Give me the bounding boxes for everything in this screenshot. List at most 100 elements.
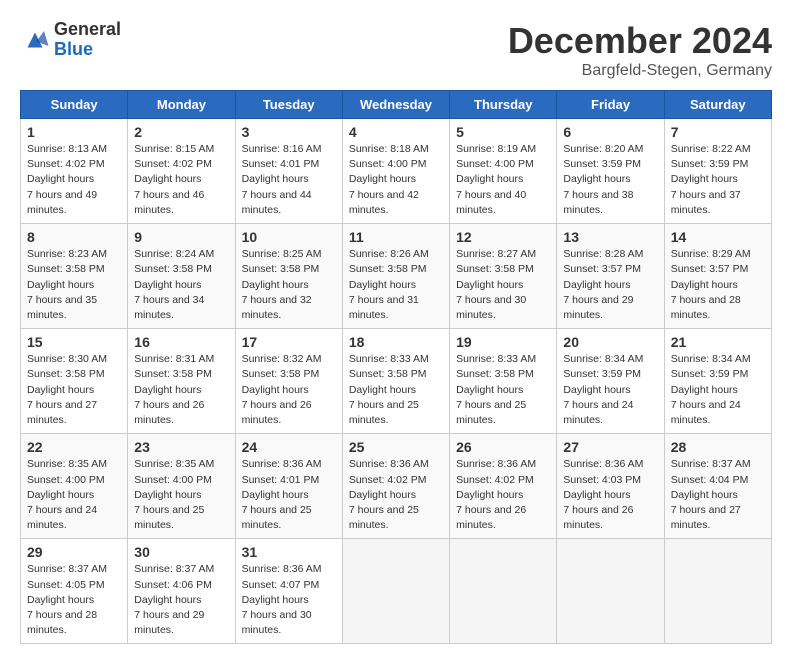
month-title: December 2024 (508, 20, 772, 62)
calendar-cell: 6 Sunrise: 8:20 AM Sunset: 3:59 PM Dayli… (557, 119, 664, 224)
day-number: 13 (563, 229, 657, 245)
calendar-cell: 5 Sunrise: 8:19 AM Sunset: 4:00 PM Dayli… (450, 119, 557, 224)
week-row-2: 8 Sunrise: 8:23 AM Sunset: 3:58 PM Dayli… (21, 224, 772, 329)
calendar-cell: 3 Sunrise: 8:16 AM Sunset: 4:01 PM Dayli… (235, 119, 342, 224)
day-number: 15 (27, 334, 121, 350)
day-info: Sunrise: 8:37 AM Sunset: 4:06 PM Dayligh… (134, 562, 228, 638)
calendar-cell (450, 539, 557, 644)
calendar-cell: 17 Sunrise: 8:32 AM Sunset: 3:58 PM Dayl… (235, 329, 342, 434)
day-info: Sunrise: 8:34 AM Sunset: 3:59 PM Dayligh… (563, 352, 657, 428)
calendar-cell (342, 539, 449, 644)
day-info: Sunrise: 8:36 AM Sunset: 4:02 PM Dayligh… (349, 457, 443, 533)
day-info: Sunrise: 8:36 AM Sunset: 4:03 PM Dayligh… (563, 457, 657, 533)
day-number: 12 (456, 229, 550, 245)
day-number: 14 (671, 229, 765, 245)
calendar-cell (557, 539, 664, 644)
calendar-cell: 31 Sunrise: 8:36 AM Sunset: 4:07 PM Dayl… (235, 539, 342, 644)
calendar-cell: 18 Sunrise: 8:33 AM Sunset: 3:58 PM Dayl… (342, 329, 449, 434)
week-row-5: 29 Sunrise: 8:37 AM Sunset: 4:05 PM Dayl… (21, 539, 772, 644)
day-number: 9 (134, 229, 228, 245)
day-number: 3 (242, 124, 336, 140)
day-number: 5 (456, 124, 550, 140)
day-number: 26 (456, 439, 550, 455)
calendar-cell: 22 Sunrise: 8:35 AM Sunset: 4:00 PM Dayl… (21, 434, 128, 539)
col-tuesday: Tuesday (235, 91, 342, 119)
day-number: 2 (134, 124, 228, 140)
day-info: Sunrise: 8:37 AM Sunset: 4:04 PM Dayligh… (671, 457, 765, 533)
calendar-cell: 2 Sunrise: 8:15 AM Sunset: 4:02 PM Dayli… (128, 119, 235, 224)
col-monday: Monday (128, 91, 235, 119)
day-info: Sunrise: 8:27 AM Sunset: 3:58 PM Dayligh… (456, 247, 550, 323)
calendar-cell: 28 Sunrise: 8:37 AM Sunset: 4:04 PM Dayl… (664, 434, 771, 539)
title-block: December 2024 Bargfeld-Stegen, Germany (508, 20, 772, 80)
logo: General Blue (20, 20, 121, 60)
calendar-cell: 21 Sunrise: 8:34 AM Sunset: 3:59 PM Dayl… (664, 329, 771, 434)
calendar-cell: 15 Sunrise: 8:30 AM Sunset: 3:58 PM Dayl… (21, 329, 128, 434)
col-wednesday: Wednesday (342, 91, 449, 119)
calendar-cell: 29 Sunrise: 8:37 AM Sunset: 4:05 PM Dayl… (21, 539, 128, 644)
calendar-cell: 1 Sunrise: 8:13 AM Sunset: 4:02 PM Dayli… (21, 119, 128, 224)
day-number: 25 (349, 439, 443, 455)
day-info: Sunrise: 8:29 AM Sunset: 3:57 PM Dayligh… (671, 247, 765, 323)
day-info: Sunrise: 8:23 AM Sunset: 3:58 PM Dayligh… (27, 247, 121, 323)
day-info: Sunrise: 8:13 AM Sunset: 4:02 PM Dayligh… (27, 142, 121, 218)
day-info: Sunrise: 8:34 AM Sunset: 3:59 PM Dayligh… (671, 352, 765, 428)
calendar-cell: 4 Sunrise: 8:18 AM Sunset: 4:00 PM Dayli… (342, 119, 449, 224)
calendar-cell: 25 Sunrise: 8:36 AM Sunset: 4:02 PM Dayl… (342, 434, 449, 539)
day-number: 29 (27, 544, 121, 560)
day-info: Sunrise: 8:24 AM Sunset: 3:58 PM Dayligh… (134, 247, 228, 323)
day-number: 6 (563, 124, 657, 140)
col-thursday: Thursday (450, 91, 557, 119)
day-number: 20 (563, 334, 657, 350)
day-info: Sunrise: 8:37 AM Sunset: 4:05 PM Dayligh… (27, 562, 121, 638)
calendar-cell: 14 Sunrise: 8:29 AM Sunset: 3:57 PM Dayl… (664, 224, 771, 329)
day-info: Sunrise: 8:16 AM Sunset: 4:01 PM Dayligh… (242, 142, 336, 218)
week-row-3: 15 Sunrise: 8:30 AM Sunset: 3:58 PM Dayl… (21, 329, 772, 434)
day-info: Sunrise: 8:19 AM Sunset: 4:00 PM Dayligh… (456, 142, 550, 218)
calendar-cell: 16 Sunrise: 8:31 AM Sunset: 3:58 PM Dayl… (128, 329, 235, 434)
header-row: Sunday Monday Tuesday Wednesday Thursday… (21, 91, 772, 119)
calendar-cell: 9 Sunrise: 8:24 AM Sunset: 3:58 PM Dayli… (128, 224, 235, 329)
calendar-cell: 27 Sunrise: 8:36 AM Sunset: 4:03 PM Dayl… (557, 434, 664, 539)
day-number: 1 (27, 124, 121, 140)
col-sunday: Sunday (21, 91, 128, 119)
day-info: Sunrise: 8:26 AM Sunset: 3:58 PM Dayligh… (349, 247, 443, 323)
day-number: 19 (456, 334, 550, 350)
day-info: Sunrise: 8:15 AM Sunset: 4:02 PM Dayligh… (134, 142, 228, 218)
day-number: 8 (27, 229, 121, 245)
calendar-cell: 11 Sunrise: 8:26 AM Sunset: 3:58 PM Dayl… (342, 224, 449, 329)
day-info: Sunrise: 8:36 AM Sunset: 4:07 PM Dayligh… (242, 562, 336, 638)
day-number: 28 (671, 439, 765, 455)
logo-icon (20, 25, 50, 55)
day-info: Sunrise: 8:32 AM Sunset: 3:58 PM Dayligh… (242, 352, 336, 428)
day-number: 22 (27, 439, 121, 455)
day-info: Sunrise: 8:35 AM Sunset: 4:00 PM Dayligh… (134, 457, 228, 533)
day-info: Sunrise: 8:36 AM Sunset: 4:02 PM Dayligh… (456, 457, 550, 533)
calendar-cell: 24 Sunrise: 8:36 AM Sunset: 4:01 PM Dayl… (235, 434, 342, 539)
day-info: Sunrise: 8:30 AM Sunset: 3:58 PM Dayligh… (27, 352, 121, 428)
calendar-cell: 8 Sunrise: 8:23 AM Sunset: 3:58 PM Dayli… (21, 224, 128, 329)
col-friday: Friday (557, 91, 664, 119)
calendar-cell: 30 Sunrise: 8:37 AM Sunset: 4:06 PM Dayl… (128, 539, 235, 644)
day-info: Sunrise: 8:28 AM Sunset: 3:57 PM Dayligh… (563, 247, 657, 323)
day-number: 27 (563, 439, 657, 455)
day-number: 21 (671, 334, 765, 350)
calendar-cell: 12 Sunrise: 8:27 AM Sunset: 3:58 PM Dayl… (450, 224, 557, 329)
page-header: General Blue December 2024 Bargfeld-Steg… (20, 20, 772, 80)
day-info: Sunrise: 8:25 AM Sunset: 3:58 PM Dayligh… (242, 247, 336, 323)
location-title: Bargfeld-Stegen, Germany (508, 62, 772, 80)
calendar-cell: 23 Sunrise: 8:35 AM Sunset: 4:00 PM Dayl… (128, 434, 235, 539)
calendar-cell: 26 Sunrise: 8:36 AM Sunset: 4:02 PM Dayl… (450, 434, 557, 539)
day-info: Sunrise: 8:33 AM Sunset: 3:58 PM Dayligh… (456, 352, 550, 428)
week-row-1: 1 Sunrise: 8:13 AM Sunset: 4:02 PM Dayli… (21, 119, 772, 224)
day-number: 17 (242, 334, 336, 350)
day-number: 4 (349, 124, 443, 140)
day-info: Sunrise: 8:22 AM Sunset: 3:59 PM Dayligh… (671, 142, 765, 218)
week-row-4: 22 Sunrise: 8:35 AM Sunset: 4:00 PM Dayl… (21, 434, 772, 539)
calendar-cell: 13 Sunrise: 8:28 AM Sunset: 3:57 PM Dayl… (557, 224, 664, 329)
day-number: 30 (134, 544, 228, 560)
logo-blue: Blue (54, 40, 121, 60)
day-number: 31 (242, 544, 336, 560)
logo-general: General (54, 20, 121, 40)
day-number: 7 (671, 124, 765, 140)
